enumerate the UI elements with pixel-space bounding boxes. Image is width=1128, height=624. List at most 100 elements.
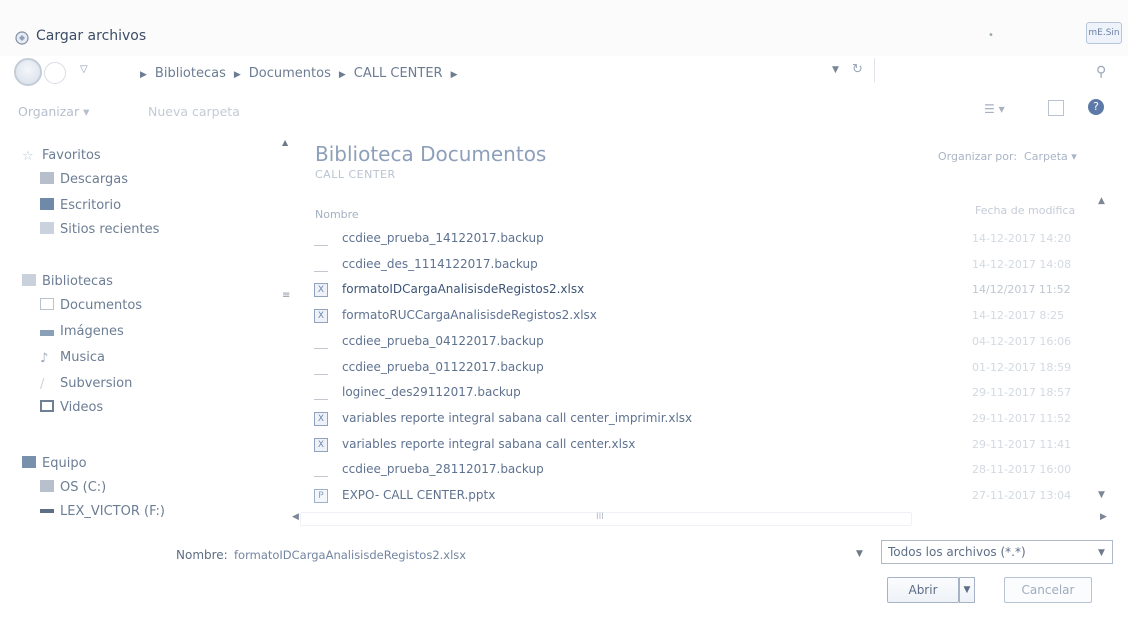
cancel-button[interactable]: Cancelar bbox=[1004, 577, 1092, 603]
search-input[interactable] bbox=[874, 58, 1113, 82]
organize-button[interactable]: Organizar ▾ bbox=[18, 104, 89, 119]
file-name: variables reporte integral sabana call c… bbox=[342, 411, 693, 425]
nav-item-label: Sitios recientes bbox=[60, 222, 160, 237]
nav-bibliotecas[interactable]: Bibliotecas bbox=[22, 274, 113, 289]
nav-item-os-c[interactable]: OS (C:) bbox=[40, 480, 106, 495]
file-icon bbox=[314, 258, 328, 272]
nav-scroll-up-icon[interactable]: ▲ bbox=[282, 138, 288, 147]
breadcrumb: ▶ Bibliotecas ▶ Documentos ▶ CALL CENTER ▶ bbox=[132, 66, 466, 81]
file-name: ccdiee_des_1114122017.backup bbox=[342, 257, 538, 271]
arrange-by: Organizar por: Carpeta ▾ bbox=[938, 150, 1077, 163]
libraries-icon bbox=[22, 274, 36, 286]
file-row[interactable]: XformatoIDCargaAnalisisdeRegistos2.xlsx 1… bbox=[312, 279, 1090, 301]
file-name: EXPO- CALL CENTER.pptx bbox=[342, 488, 496, 502]
refresh-icon[interactable]: ↻ bbox=[852, 62, 863, 77]
nav-item-label: Escritorio bbox=[60, 198, 122, 213]
documents-icon bbox=[40, 298, 54, 310]
computer-icon bbox=[22, 456, 36, 468]
help-icon[interactable]: ? bbox=[1088, 99, 1104, 115]
forward-arrow-icon[interactable] bbox=[44, 62, 66, 84]
nav-item-sitios-recientes[interactable]: Sitios recientes bbox=[40, 222, 159, 237]
file-icon bbox=[314, 232, 328, 246]
column-header-date[interactable]: Fecha de modifica bbox=[975, 204, 1075, 217]
file-date: 28-11-2017 16:00 bbox=[972, 463, 1072, 476]
file-row[interactable]: XformatoRUCCargaAnalisisdeRegistos2.xlsx… bbox=[312, 305, 1090, 327]
nav-item-label: Musica bbox=[60, 350, 105, 365]
nav-item-escritorio[interactable]: Escritorio bbox=[40, 198, 121, 213]
file-date: 14-12-2017 8:25 bbox=[972, 309, 1065, 322]
file-name: ccdiee_prueba_01122017.backup bbox=[342, 360, 544, 374]
file-row[interactable]: loginec_des29112017.backup 29-11-2017 18:… bbox=[312, 382, 1090, 404]
view-options-icon[interactable]: ☰ ▾ bbox=[984, 102, 1005, 116]
horizontal-scrollbar[interactable] bbox=[300, 512, 912, 526]
arrange-label: Organizar por: bbox=[938, 150, 1018, 163]
column-header-name[interactable]: Nombre bbox=[315, 208, 359, 221]
open-button[interactable]: Abrir bbox=[887, 577, 959, 603]
file-date: 01-12-2017 18:59 bbox=[972, 361, 1072, 374]
nav-item-imagenes[interactable]: Imágenes bbox=[40, 324, 124, 339]
preview-pane-icon[interactable] bbox=[1048, 100, 1064, 116]
file-row[interactable]: ccdiee_des_1114122017.backup 14-12-2017 1… bbox=[312, 254, 1090, 276]
breadcrumb-item-bibliotecas[interactable]: Bibliotecas bbox=[155, 66, 226, 81]
excel-file-icon: X bbox=[314, 412, 328, 426]
new-folder-button[interactable]: Nueva carpeta bbox=[148, 104, 240, 119]
list-scroll-down-icon[interactable]: ▼ bbox=[1098, 490, 1105, 500]
pane-splitter-grip[interactable]: ≡ bbox=[282, 290, 290, 301]
file-row[interactable]: Xvariables reporte integral sabana call … bbox=[312, 408, 1090, 430]
file-date: 27-11-2017 13:04 bbox=[972, 489, 1072, 502]
nav-equipo-label: Equipo bbox=[42, 456, 87, 471]
nav-item-label: OS (C:) bbox=[60, 480, 107, 495]
videos-icon bbox=[40, 400, 54, 412]
folder-open-icon bbox=[15, 31, 29, 45]
music-icon: ♪ bbox=[40, 351, 49, 366]
excel-file-icon: X bbox=[314, 283, 328, 297]
hscroll-right-icon[interactable]: ▶ bbox=[1100, 512, 1107, 522]
filename-input[interactable]: formatoIDCargaAnalisisdeRegistos2.xlsx bbox=[234, 548, 466, 562]
nav-item-label: Imágenes bbox=[60, 324, 124, 339]
nav-item-lex-victor[interactable]: LEX_VICTOR (F:) bbox=[40, 504, 165, 519]
file-icon bbox=[314, 361, 328, 375]
pictures-icon bbox=[40, 330, 54, 336]
search-icon[interactable]: ⚲ bbox=[1096, 64, 1106, 80]
scrollbar-grip[interactable]: III bbox=[596, 512, 604, 522]
file-row[interactable]: ccdiee_prueba_04122017.backup 04-12-2017 … bbox=[312, 331, 1090, 353]
nav-item-label: LEX_VICTOR (F:) bbox=[60, 504, 165, 519]
library-title: Biblioteca Documentos bbox=[315, 142, 547, 166]
chevron-right-icon[interactable]: ▶ bbox=[451, 70, 458, 80]
nav-item-descargas[interactable]: Descargas bbox=[40, 172, 128, 187]
file-name: formatoIDCargaAnalisisdeRegistos2.xlsx bbox=[342, 282, 585, 296]
nav-favorites-label: Favoritos bbox=[42, 148, 101, 163]
library-subtitle: CALL CENTER bbox=[315, 168, 396, 181]
breadcrumb-item-documentos[interactable]: Documentos bbox=[249, 66, 331, 81]
history-dropdown-icon[interactable]: ▽ bbox=[80, 64, 88, 75]
arrange-dropdown[interactable]: Carpeta ▾ bbox=[1024, 150, 1077, 163]
nav-item-videos[interactable]: Videos bbox=[40, 400, 103, 415]
file-date: 04-12-2017 16:06 bbox=[972, 335, 1072, 348]
file-row[interactable]: ccdiee_prueba_28112017.backup 28-11-2017 … bbox=[312, 459, 1090, 481]
list-scroll-up-icon[interactable]: ▲ bbox=[1098, 196, 1105, 206]
subversion-icon: / bbox=[40, 377, 45, 392]
address-dropdown-icon[interactable]: ▼ bbox=[832, 65, 839, 75]
nav-item-musica[interactable]: ♪ Musica bbox=[40, 350, 105, 366]
back-arrow-icon[interactable] bbox=[14, 58, 42, 86]
chevron-down-icon[interactable]: ▼ bbox=[1098, 548, 1105, 558]
file-icon bbox=[314, 335, 328, 349]
file-name: ccdiee_prueba_14122017.backup bbox=[342, 231, 544, 245]
filename-dropdown-icon[interactable]: ▼ bbox=[856, 549, 863, 559]
file-row[interactable]: ccdiee_prueba_01122017.backup 01-12-2017 … bbox=[312, 357, 1090, 379]
excel-file-icon: X bbox=[314, 438, 328, 452]
nav-favorites[interactable]: ☆ Favoritos bbox=[22, 148, 101, 164]
recent-places-icon bbox=[40, 222, 54, 234]
breadcrumb-item-call-center[interactable]: CALL CENTER bbox=[354, 66, 443, 81]
file-type-select[interactable]: Todos los archivos (*.*) bbox=[881, 540, 1113, 564]
file-row[interactable]: P EXPO- CALL CENTER.pptx 27-11-2017 13:04 bbox=[312, 485, 1090, 507]
file-row[interactable]: ccdiee_prueba_14122017.backup 14-12-2017 … bbox=[312, 228, 1090, 250]
file-date: 14/12/2017 11:52 bbox=[972, 283, 1071, 296]
nav-equipo[interactable]: Equipo bbox=[22, 456, 87, 471]
open-dropdown-icon[interactable]: ▼ bbox=[959, 577, 975, 603]
nav-item-documentos[interactable]: Documentos bbox=[40, 298, 142, 313]
nav-item-subversion[interactable]: / Subversion bbox=[40, 376, 132, 392]
hscroll-left-icon[interactable]: ◀ bbox=[292, 512, 299, 522]
title-corner-button[interactable]: mE.Sin bbox=[1086, 22, 1122, 44]
file-row[interactable]: Xvariables reporte integral sabana call … bbox=[312, 434, 1090, 456]
